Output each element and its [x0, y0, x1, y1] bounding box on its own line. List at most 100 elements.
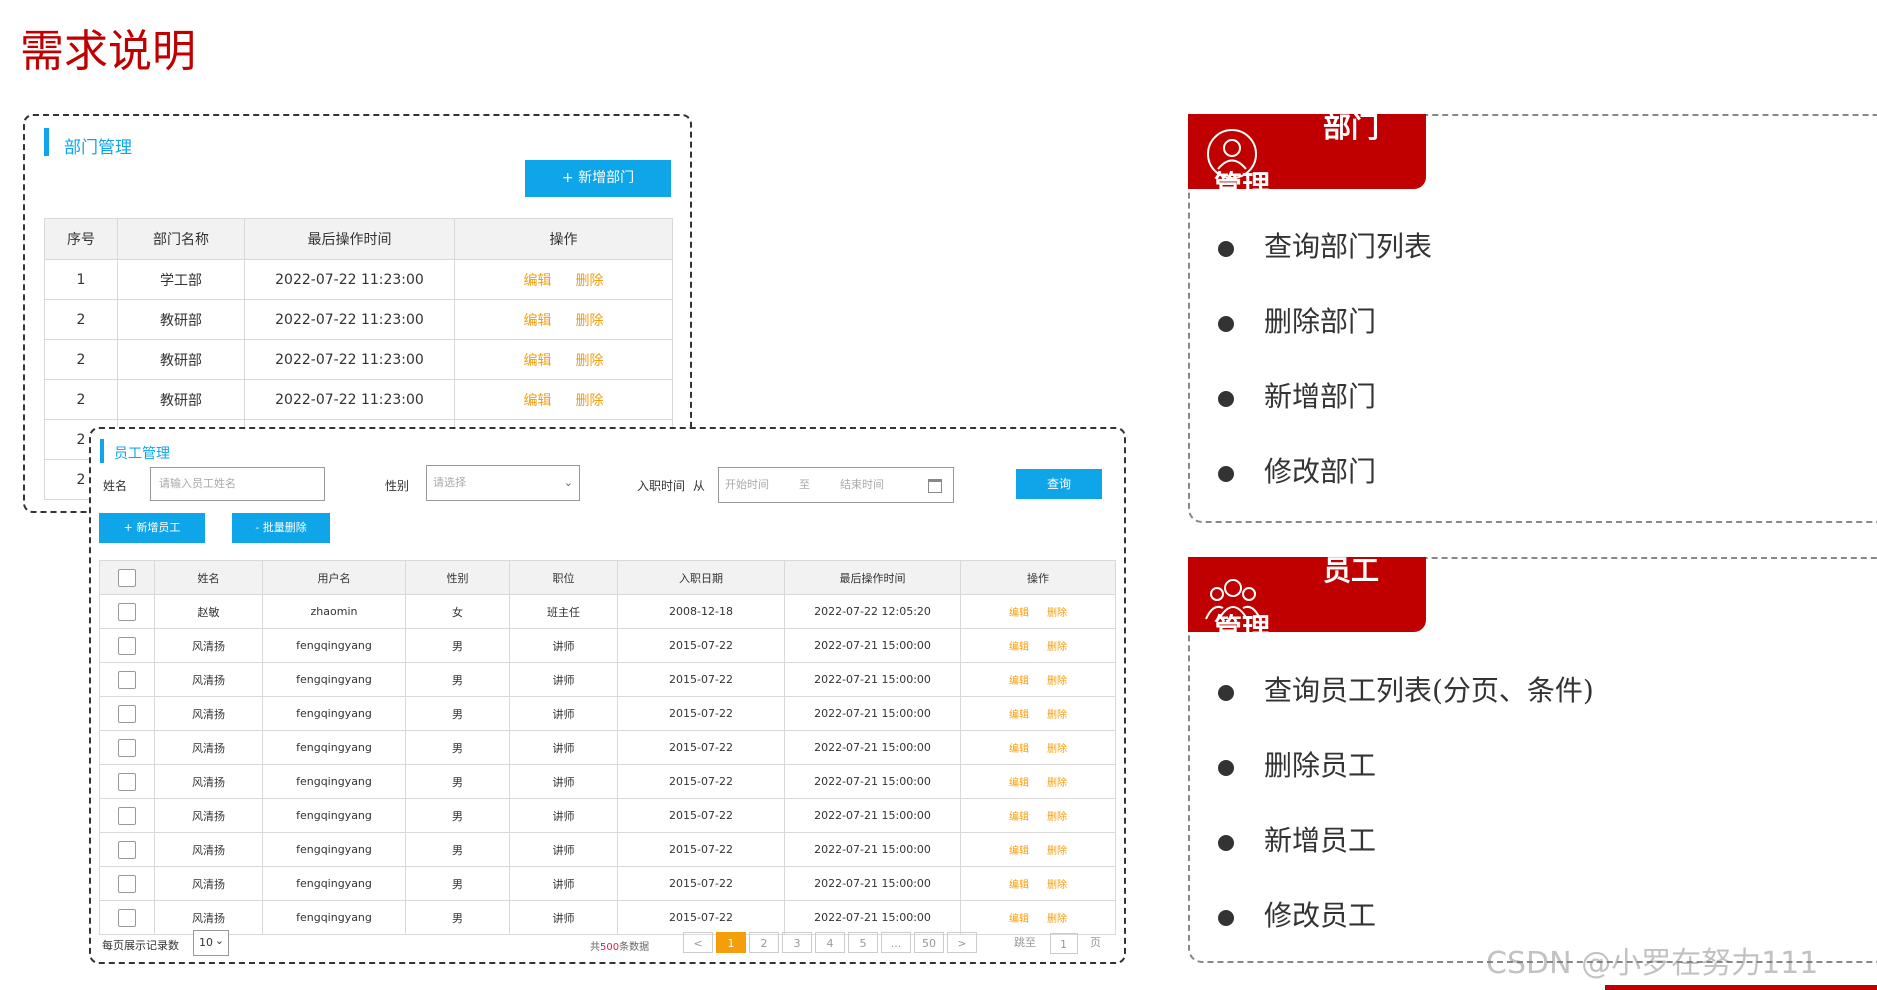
edit-link[interactable]: 编辑	[524, 273, 552, 289]
dept-cell: 2022-07-22 11:23:00	[244, 379, 455, 420]
emp-cell: fengqingyang	[262, 798, 406, 833]
dept-cell: 2022-07-22 11:23:00	[244, 299, 455, 340]
emp-cell: 2015-07-22	[617, 764, 785, 799]
add-emp-button[interactable]: + 新增员工	[99, 513, 205, 543]
calendar-icon	[928, 479, 942, 493]
page-button[interactable]: 50	[914, 932, 944, 953]
emp-cell: 2015-07-22	[617, 730, 785, 765]
emp-panel-header: 员工 管理	[1188, 557, 1426, 632]
select-all-checkbox[interactable]	[118, 568, 136, 587]
emp-table-header: 姓名 用户名 性别 职位 入职日期 最后操作时间 操作	[99, 560, 1116, 595]
requirement-item: 删除部门	[1218, 300, 1432, 375]
table-row: 风清扬 fengqingyang 男讲师 2015-07-22 2022-07-21 1…	[99, 798, 1116, 833]
date-start-input[interactable]: 开始时间	[725, 468, 769, 502]
bullet-icon	[1218, 465, 1234, 482]
emp-column-header: 操作	[960, 560, 1116, 595]
emp-cell: 2022-07-21 15:00:00	[784, 798, 961, 833]
row-checkbox[interactable]	[118, 670, 136, 689]
page-button[interactable]: ...	[881, 932, 911, 953]
emp-cell: 风清扬	[154, 662, 263, 697]
dept-panel-header: 部门 管理	[1188, 114, 1426, 189]
delete-link[interactable]: 删除	[576, 273, 604, 289]
edit-link[interactable]: 编辑	[1009, 744, 1029, 755]
delete-link[interactable]: 删除	[1047, 744, 1067, 755]
requirement-item: 删除员工	[1218, 744, 1594, 819]
table-row: 风清扬 fengqingyang 男讲师 2015-07-22 2022-07-21 1…	[99, 900, 1116, 935]
edit-link[interactable]: 编辑	[1009, 778, 1029, 789]
page-button[interactable]: 1	[716, 932, 746, 953]
delete-link[interactable]: 删除	[1047, 642, 1067, 653]
edit-link[interactable]: 编辑	[1009, 642, 1029, 653]
row-checkbox[interactable]	[118, 602, 136, 621]
date-range-picker[interactable]: 开始时间 至 结束时间	[718, 467, 954, 503]
edit-link[interactable]: 编辑	[524, 353, 552, 369]
row-select-cell	[99, 900, 155, 935]
delete-link[interactable]: 删除	[1047, 812, 1067, 823]
emp-actions-cell: 编辑 删除	[960, 798, 1116, 833]
gender-select[interactable]: 请选择 ⌄	[426, 465, 580, 501]
delete-link[interactable]: 删除	[1047, 846, 1067, 857]
emp-cell: 讲师	[509, 832, 618, 867]
prev-page-button[interactable]: <	[683, 932, 713, 953]
page-unit: 页	[1090, 936, 1101, 949]
delete-link[interactable]: 删除	[1047, 778, 1067, 789]
row-checkbox[interactable]	[118, 772, 136, 791]
row-checkbox[interactable]	[118, 840, 136, 859]
delete-link[interactable]: 删除	[576, 393, 604, 409]
row-checkbox[interactable]	[118, 874, 136, 893]
edit-link[interactable]: 编辑	[1009, 608, 1029, 619]
query-button[interactable]: 查询	[1016, 469, 1102, 499]
emp-cell: 男	[405, 866, 510, 901]
row-checkbox[interactable]	[118, 636, 136, 655]
row-checkbox[interactable]	[118, 738, 136, 757]
edit-link[interactable]: 编辑	[1009, 710, 1029, 721]
row-checkbox[interactable]	[118, 806, 136, 825]
page-button[interactable]: 5	[848, 932, 878, 953]
emp-cell: 2015-07-22	[617, 832, 785, 867]
delete-link[interactable]: 删除	[1047, 914, 1067, 925]
page-button[interactable]: 3	[782, 932, 812, 953]
pagination: <1 2 3 4 5... 50 >	[683, 932, 980, 953]
emp-cell: 讲师	[509, 866, 618, 901]
emp-actions-cell: 编辑 删除	[960, 628, 1116, 663]
edit-link[interactable]: 编辑	[1009, 914, 1029, 925]
delete-link[interactable]: 删除	[1047, 608, 1067, 619]
edit-link[interactable]: 编辑	[1009, 880, 1029, 891]
page-button[interactable]: 4	[815, 932, 845, 953]
page-button[interactable]: 2	[749, 932, 779, 953]
add-dept-button[interactable]: + 新增部门	[525, 160, 671, 197]
jump-input[interactable]: 1	[1049, 932, 1078, 954]
delete-link[interactable]: 删除	[1047, 710, 1067, 721]
emp-cell: fengqingyang	[262, 730, 406, 765]
delete-link[interactable]: 删除	[576, 353, 604, 369]
requirement-item: 新增部门	[1218, 375, 1432, 450]
page-size-select[interactable]: 10 ⌄	[193, 930, 229, 956]
row-select-cell	[99, 628, 155, 663]
row-checkbox[interactable]	[118, 908, 136, 927]
delete-link[interactable]: 删除	[576, 313, 604, 329]
edit-link[interactable]: 编辑	[1009, 846, 1029, 857]
name-input[interactable]: 请输入员工姓名	[150, 467, 325, 501]
row-checkbox[interactable]	[118, 704, 136, 723]
delete-link[interactable]: 删除	[1047, 880, 1067, 891]
row-select-cell	[99, 832, 155, 867]
requirement-item: 修改部门	[1218, 450, 1432, 525]
edit-link[interactable]: 编辑	[1009, 676, 1029, 687]
next-page-button[interactable]: >	[947, 932, 977, 953]
emp-cell: 风清扬	[154, 832, 263, 867]
table-row: 风清扬 fengqingyang 男讲师 2015-07-22 2022-07-21 1…	[99, 764, 1116, 799]
table-row: 风清扬 fengqingyang 男讲师 2015-07-22 2022-07-21 1…	[99, 832, 1116, 867]
date-end-input[interactable]: 结束时间	[840, 468, 884, 502]
edit-link[interactable]: 编辑	[524, 313, 552, 329]
emp-cell: zhaomin	[262, 594, 406, 629]
delete-link[interactable]: 删除	[1047, 676, 1067, 687]
table-row: 1 学工部 2022-07-22 11:23:00 编辑 删除	[44, 259, 673, 300]
requirement-text: 新增员工	[1264, 824, 1377, 857]
bullet-icon	[1218, 684, 1234, 701]
emp-title-bar	[100, 439, 104, 463]
batch-delete-button[interactable]: - 批量删除	[232, 513, 330, 543]
dept-actions-cell: 编辑 删除	[454, 299, 673, 340]
dept-actions-cell: 编辑 删除	[454, 379, 673, 420]
edit-link[interactable]: 编辑	[1009, 812, 1029, 823]
edit-link[interactable]: 编辑	[524, 393, 552, 409]
